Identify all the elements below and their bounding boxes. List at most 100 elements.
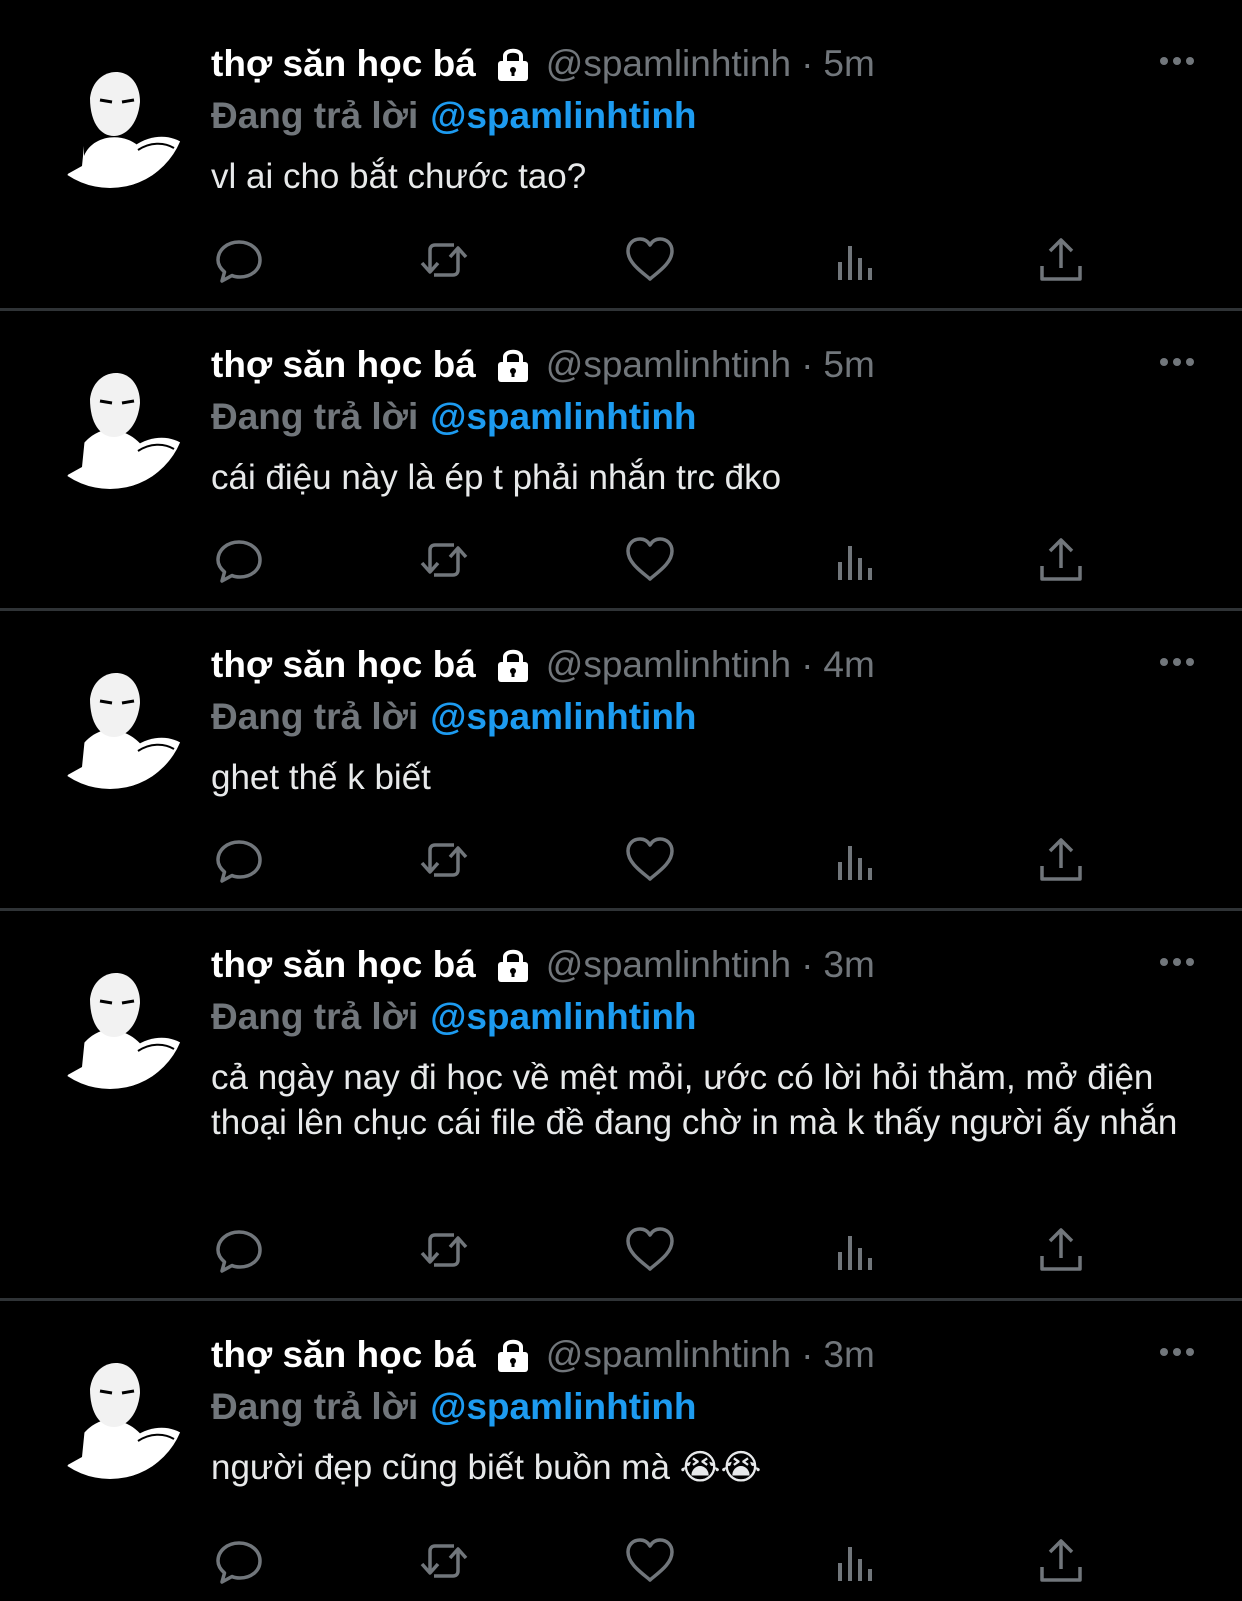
replying-to: Đang trả lời @spamlinhtinh: [211, 393, 1202, 441]
display-name[interactable]: thợ săn học bá: [211, 43, 476, 85]
reply-prefix: Đang trả lời: [211, 996, 419, 1037]
lock-icon: [494, 346, 532, 384]
heart-icon[interactable]: [622, 532, 678, 588]
timeline: thợ săn học bá @spamlinhtinh · 5m Đang t…: [0, 0, 1242, 1601]
reply-icon[interactable]: [211, 832, 267, 888]
reply-icon[interactable]: [211, 232, 267, 288]
timestamp[interactable]: 5m: [823, 344, 874, 386]
user-handle[interactable]: @spamlinhtinh: [546, 43, 791, 85]
tweet-header: thợ săn học bá @spamlinhtinh · 5m: [211, 337, 1202, 393]
tweet[interactable]: thợ săn học bá @spamlinhtinh · 4m Đang t…: [0, 611, 1242, 911]
retweet-icon[interactable]: [416, 1222, 472, 1278]
display-name[interactable]: thợ săn học bá: [211, 944, 476, 986]
tweet-text: ghet thế k biết: [211, 758, 431, 797]
more-icon[interactable]: [1152, 947, 1202, 977]
separator-dot: ·: [801, 43, 814, 84]
retweet-icon[interactable]: [416, 532, 472, 588]
user-handle[interactable]: @spamlinhtinh: [546, 1334, 791, 1376]
timestamp[interactable]: 4m: [823, 644, 874, 686]
bar-chart-icon[interactable]: [828, 532, 884, 588]
replying-to: Đang trả lời @spamlinhtinh: [211, 993, 1202, 1041]
separator-dot: ·: [801, 644, 814, 685]
retweet-icon[interactable]: [416, 832, 472, 888]
replying-to: Đang trả lời @spamlinhtinh: [211, 92, 1202, 140]
more-icon[interactable]: [1152, 347, 1202, 377]
bar-chart-icon[interactable]: [828, 832, 884, 888]
tweet-actions: [211, 832, 1091, 888]
tweet[interactable]: thợ săn học bá @spamlinhtinh · 3m Đang t…: [0, 1301, 1242, 1601]
tweet-actions: [211, 232, 1091, 288]
bar-chart-icon[interactable]: [828, 232, 884, 288]
tweet-content: thợ săn học bá @spamlinhtinh · 4m Đang t…: [211, 637, 1202, 800]
display-name[interactable]: thợ săn học bá: [211, 344, 476, 386]
tweet-content: thợ săn học bá @spamlinhtinh · 3m Đang t…: [211, 937, 1202, 1145]
tweet-text: cả ngày nay đi học về mệt mỏi, ước có lờ…: [211, 1058, 1178, 1142]
heart-icon[interactable]: [622, 232, 678, 288]
tweet-content: thợ săn học bá @spamlinhtinh · 3m Đang t…: [211, 1327, 1202, 1490]
share-icon[interactable]: [1033, 832, 1089, 888]
tweet[interactable]: thợ săn học bá @spamlinhtinh · 5m Đang t…: [0, 311, 1242, 611]
heart-icon[interactable]: [622, 1533, 678, 1589]
tweet-header: thợ săn học bá @spamlinhtinh · 3m: [211, 937, 1202, 993]
lock-icon: [494, 1336, 532, 1374]
bar-chart-icon[interactable]: [828, 1533, 884, 1589]
separator-dot: ·: [801, 944, 814, 985]
replying-to: Đang trả lời @spamlinhtinh: [211, 693, 1202, 741]
timestamp[interactable]: 5m: [823, 43, 874, 85]
share-icon[interactable]: [1033, 1533, 1089, 1589]
share-icon[interactable]: [1033, 1222, 1089, 1278]
avatar[interactable]: [34, 337, 186, 489]
replying-to: Đang trả lời @spamlinhtinh: [211, 1383, 1202, 1431]
retweet-icon[interactable]: [416, 232, 472, 288]
reply-to-handle[interactable]: @spamlinhtinh: [430, 1386, 696, 1428]
tweet-text: cái điệu này là ép t phải nhắn trc đko: [211, 458, 782, 497]
tweet-header: thợ săn học bá @spamlinhtinh · 5m: [211, 36, 1202, 92]
more-icon[interactable]: [1152, 647, 1202, 677]
heart-icon[interactable]: [622, 1222, 678, 1278]
avatar[interactable]: [34, 36, 186, 188]
reply-to-handle[interactable]: @spamlinhtinh: [430, 996, 696, 1038]
share-icon[interactable]: [1033, 232, 1089, 288]
reply-to-handle[interactable]: @spamlinhtinh: [430, 696, 696, 738]
separator-dot: ·: [801, 1334, 814, 1375]
display-name[interactable]: thợ săn học bá: [211, 644, 476, 686]
share-icon[interactable]: [1033, 532, 1089, 588]
reply-prefix: Đang trả lời: [211, 696, 419, 737]
avatar[interactable]: [34, 637, 186, 789]
heart-icon[interactable]: [622, 832, 678, 888]
lock-icon: [494, 45, 532, 83]
tweet-actions: [211, 1533, 1091, 1589]
separator-dot: ·: [801, 344, 814, 385]
tweet-header: thợ săn học bá @spamlinhtinh · 3m: [211, 1327, 1202, 1383]
reply-prefix: Đang trả lời: [211, 95, 419, 136]
user-handle[interactable]: @spamlinhtinh: [546, 644, 791, 686]
reply-icon[interactable]: [211, 1533, 267, 1589]
tweet-content: thợ săn học bá @spamlinhtinh · 5m Đang t…: [211, 36, 1202, 199]
reply-to-handle[interactable]: @spamlinhtinh: [430, 396, 696, 438]
tweet-actions: [211, 532, 1091, 588]
retweet-icon[interactable]: [416, 1533, 472, 1589]
tweet-actions: [211, 1222, 1091, 1278]
tweet[interactable]: thợ săn học bá @spamlinhtinh · 3m Đang t…: [0, 911, 1242, 1301]
reply-prefix: Đang trả lời: [211, 396, 419, 437]
tweet-text: vl ai cho bắt chước tao?: [211, 157, 587, 196]
tweet-header: thợ săn học bá @spamlinhtinh · 4m: [211, 637, 1202, 693]
lock-icon: [494, 946, 532, 984]
reply-icon[interactable]: [211, 532, 267, 588]
timestamp[interactable]: 3m: [823, 944, 874, 986]
bar-chart-icon[interactable]: [828, 1222, 884, 1278]
lock-icon: [494, 646, 532, 684]
more-icon[interactable]: [1152, 1337, 1202, 1367]
display-name[interactable]: thợ săn học bá: [211, 1334, 476, 1376]
tweet[interactable]: thợ săn học bá @spamlinhtinh · 5m Đang t…: [0, 0, 1242, 311]
avatar[interactable]: [34, 1327, 186, 1479]
more-icon[interactable]: [1152, 46, 1202, 76]
user-handle[interactable]: @spamlinhtinh: [546, 944, 791, 986]
tweet-content: thợ săn học bá @spamlinhtinh · 5m Đang t…: [211, 337, 1202, 500]
timestamp[interactable]: 3m: [823, 1334, 874, 1376]
user-handle[interactable]: @spamlinhtinh: [546, 344, 791, 386]
avatar[interactable]: [34, 937, 186, 1089]
reply-icon[interactable]: [211, 1222, 267, 1278]
reply-to-handle[interactable]: @spamlinhtinh: [430, 95, 696, 137]
tweet-text: người đẹp cũng biết buồn mà 😭😭: [211, 1448, 762, 1487]
